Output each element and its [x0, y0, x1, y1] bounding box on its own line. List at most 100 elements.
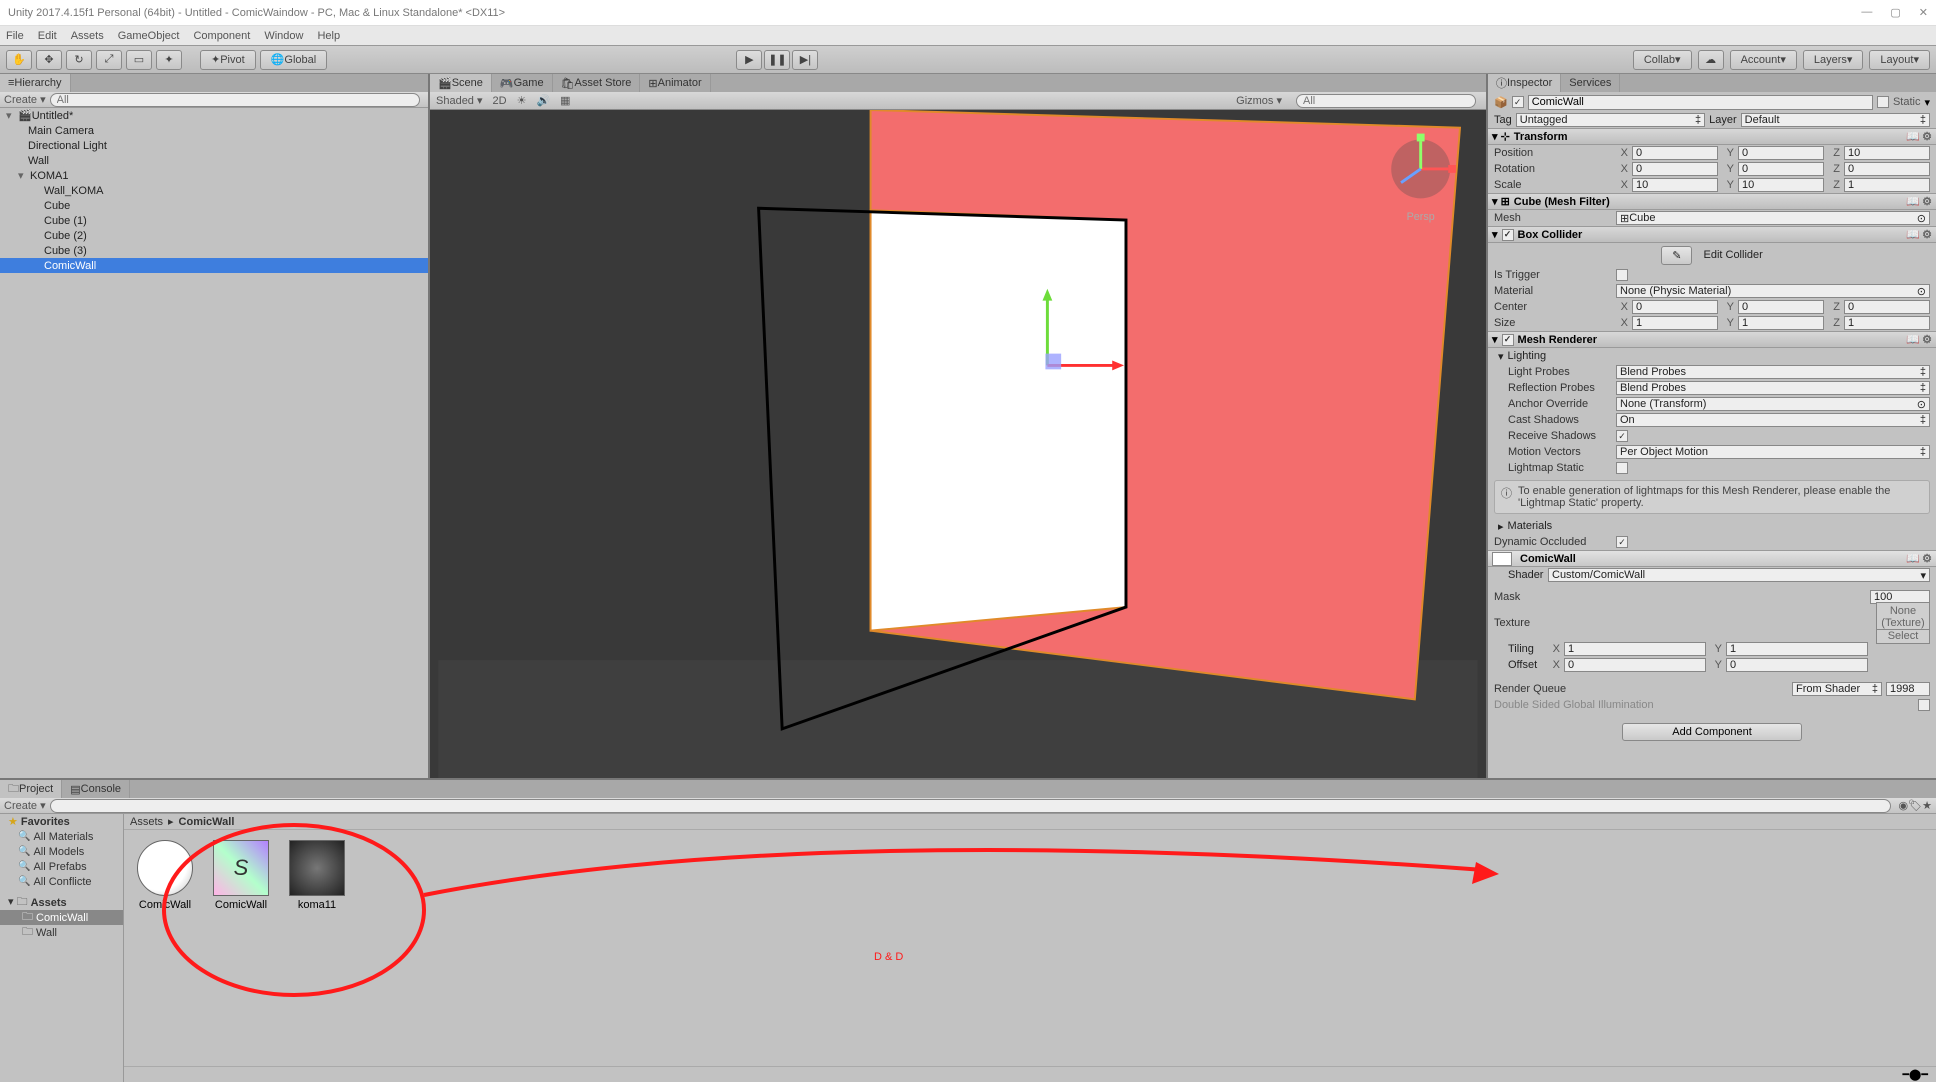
shading-dropdown[interactable]: Shaded ▾	[436, 94, 483, 107]
texture-slot[interactable]: None (Texture) Select	[1876, 602, 1930, 644]
assets-root[interactable]: ▾ 🗀 Assets	[0, 895, 123, 910]
menu-assets[interactable]: Assets	[71, 30, 104, 42]
project-create-dropdown[interactable]: Create ▾	[4, 799, 46, 812]
layers-button[interactable]: Layers ▾	[1803, 50, 1864, 70]
hierarchy-item[interactable]: Cube	[0, 198, 428, 213]
scene-root[interactable]: ▾🎬 Untitled*	[0, 108, 428, 123]
gear-icon[interactable]: ⚙	[1922, 130, 1932, 143]
object-name-input[interactable]	[1528, 95, 1873, 110]
rotate-tool-icon[interactable]: ↻	[66, 50, 92, 70]
help-icon[interactable]: 📖	[1906, 333, 1920, 346]
gear-icon[interactable]: ⚙	[1922, 228, 1932, 241]
static-dropdown-icon[interactable]: ▾	[1924, 96, 1930, 109]
dsgi-checkbox[interactable]	[1918, 699, 1930, 711]
project-tab[interactable]: 🗀 Project	[0, 780, 62, 798]
scene-viewport[interactable]: Persp	[430, 110, 1486, 778]
search-filter-icon[interactable]: ◉	[1899, 799, 1909, 812]
menu-window[interactable]: Window	[264, 30, 303, 42]
folder-item[interactable]: 🗀 ComicWall	[0, 910, 123, 925]
favorite-item[interactable]: 🔍All Materials	[0, 829, 123, 844]
search-label-icon[interactable]: 🏷	[1908, 799, 1922, 812]
scale-tool-icon[interactable]: ⤢	[96, 50, 122, 70]
menu-edit[interactable]: Edit	[38, 30, 57, 42]
hierarchy-item[interactable]: Directional Light	[0, 138, 428, 153]
hierarchy-item[interactable]: ▾KOMA1	[0, 168, 428, 183]
add-component-button[interactable]: Add Component	[1622, 723, 1802, 741]
hierarchy-search[interactable]	[50, 93, 420, 107]
audio-toggle-icon[interactable]: 🔊	[536, 94, 550, 107]
box-collider-component[interactable]: ▾ ✓ Box Collider📖⚙	[1488, 226, 1936, 243]
menu-help[interactable]: Help	[317, 30, 340, 42]
rot-z-input[interactable]: 0	[1844, 162, 1930, 176]
play-icon[interactable]: ▶	[736, 50, 762, 70]
render-queue-value[interactable]: 1998	[1886, 682, 1930, 696]
scene-search[interactable]	[1296, 94, 1476, 108]
menu-file[interactable]: File	[6, 30, 24, 42]
shader-dropdown[interactable]: Custom/ComicWall▾	[1548, 568, 1930, 582]
mode-2d-toggle[interactable]: 2D	[493, 95, 507, 107]
favorite-item[interactable]: 🔍All Prefabs	[0, 859, 123, 874]
gear-icon[interactable]: ⚙	[1922, 195, 1932, 208]
scene-tab[interactable]: 🎬 Scene	[430, 74, 492, 92]
gear-icon[interactable]: ⚙	[1922, 552, 1932, 565]
layer-dropdown[interactable]: Default‡	[1741, 113, 1930, 127]
menu-gameobject[interactable]: GameObject	[118, 30, 180, 42]
services-tab[interactable]: Services	[1561, 74, 1620, 92]
minimize-icon[interactable]: —	[1861, 6, 1872, 19]
hierarchy-item[interactable]: Cube (2)	[0, 228, 428, 243]
pause-icon[interactable]: ❚❚	[764, 50, 790, 70]
rot-y-input[interactable]: 0	[1738, 162, 1824, 176]
mesh-filter-component[interactable]: ▾ ⊞ Cube (Mesh Filter)📖⚙	[1488, 193, 1936, 210]
favorite-item[interactable]: 🔍All Conflicte	[0, 874, 123, 889]
cloud-icon[interactable]: ☁	[1698, 50, 1724, 70]
help-icon[interactable]: 📖	[1906, 195, 1920, 208]
animator-tab[interactable]: ⊞ Animator	[640, 74, 710, 92]
is-trigger-checkbox[interactable]	[1616, 269, 1628, 281]
dynamic-occluded-checkbox[interactable]: ✓	[1616, 536, 1628, 548]
inspector-tab[interactable]: ⓘ Inspector	[1488, 74, 1561, 92]
asset-grid[interactable]: ComicWall SComicWall koma11 D & D	[124, 830, 1936, 1066]
layout-button[interactable]: Layout ▾	[1869, 50, 1930, 70]
scl-z-input[interactable]: 1	[1844, 178, 1930, 192]
transform-tool-icon[interactable]: ✦	[156, 50, 182, 70]
texture-select-button[interactable]: Select	[1877, 629, 1929, 642]
favorite-item[interactable]: 🔍All Models	[0, 844, 123, 859]
rot-x-input[interactable]: 0	[1632, 162, 1718, 176]
thumbnail-slider[interactable]: ━⬤━	[1902, 1068, 1928, 1081]
asset-item[interactable]: ComicWall	[134, 840, 196, 1056]
rect-tool-icon[interactable]: ▭	[126, 50, 152, 70]
physic-material-field[interactable]: None (Physic Material)⊙	[1616, 284, 1930, 298]
receive-shadows-checkbox[interactable]: ✓	[1616, 430, 1628, 442]
asset-item[interactable]: koma11	[286, 840, 348, 1056]
asset-item[interactable]: SComicWall	[210, 840, 272, 1056]
help-icon[interactable]: 📖	[1906, 228, 1920, 241]
lighting-toggle-icon[interactable]: ☀	[517, 94, 527, 107]
pos-y-input[interactable]: 0	[1738, 146, 1824, 160]
static-checkbox[interactable]	[1877, 96, 1889, 108]
hierarchy-item[interactable]: Main Camera	[0, 123, 428, 138]
close-icon[interactable]: ✕	[1919, 6, 1928, 19]
tag-dropdown[interactable]: Untagged‡	[1516, 113, 1705, 127]
transform-component[interactable]: ▾ ⊹ Transform📖⚙	[1488, 128, 1936, 145]
gear-icon[interactable]: ⚙	[1922, 333, 1932, 346]
hierarchy-tab[interactable]: ≡ Hierarchy	[0, 74, 71, 92]
create-dropdown[interactable]: Create ▾	[4, 93, 46, 106]
edit-collider-button[interactable]: ✎	[1661, 246, 1692, 265]
pos-z-input[interactable]: 10	[1844, 146, 1930, 160]
folder-item[interactable]: 🗀 Wall	[0, 925, 123, 940]
active-checkbox[interactable]: ✓	[1512, 96, 1524, 108]
lightmap-static-checkbox[interactable]	[1616, 462, 1628, 474]
hierarchy-item-selected[interactable]: ComicWall	[0, 258, 428, 273]
save-search-icon[interactable]: ★	[1922, 799, 1932, 812]
game-tab[interactable]: 🎮 Game	[492, 74, 553, 92]
scl-x-input[interactable]: 10	[1632, 178, 1718, 192]
menu-component[interactable]: Component	[193, 30, 250, 42]
help-icon[interactable]: 📖	[1906, 130, 1920, 143]
step-icon[interactable]: ▶|	[792, 50, 818, 70]
hierarchy-item[interactable]: Cube (3)	[0, 243, 428, 258]
move-tool-icon[interactable]: ✥	[36, 50, 62, 70]
mesh-field[interactable]: ⊞ Cube⊙	[1616, 211, 1930, 225]
asset-store-tab[interactable]: 🛍 Asset Store	[553, 74, 641, 92]
favorites-header[interactable]: ★Favorites	[0, 814, 123, 829]
project-breadcrumb[interactable]: Assets ▸ ComicWall	[124, 814, 1936, 830]
